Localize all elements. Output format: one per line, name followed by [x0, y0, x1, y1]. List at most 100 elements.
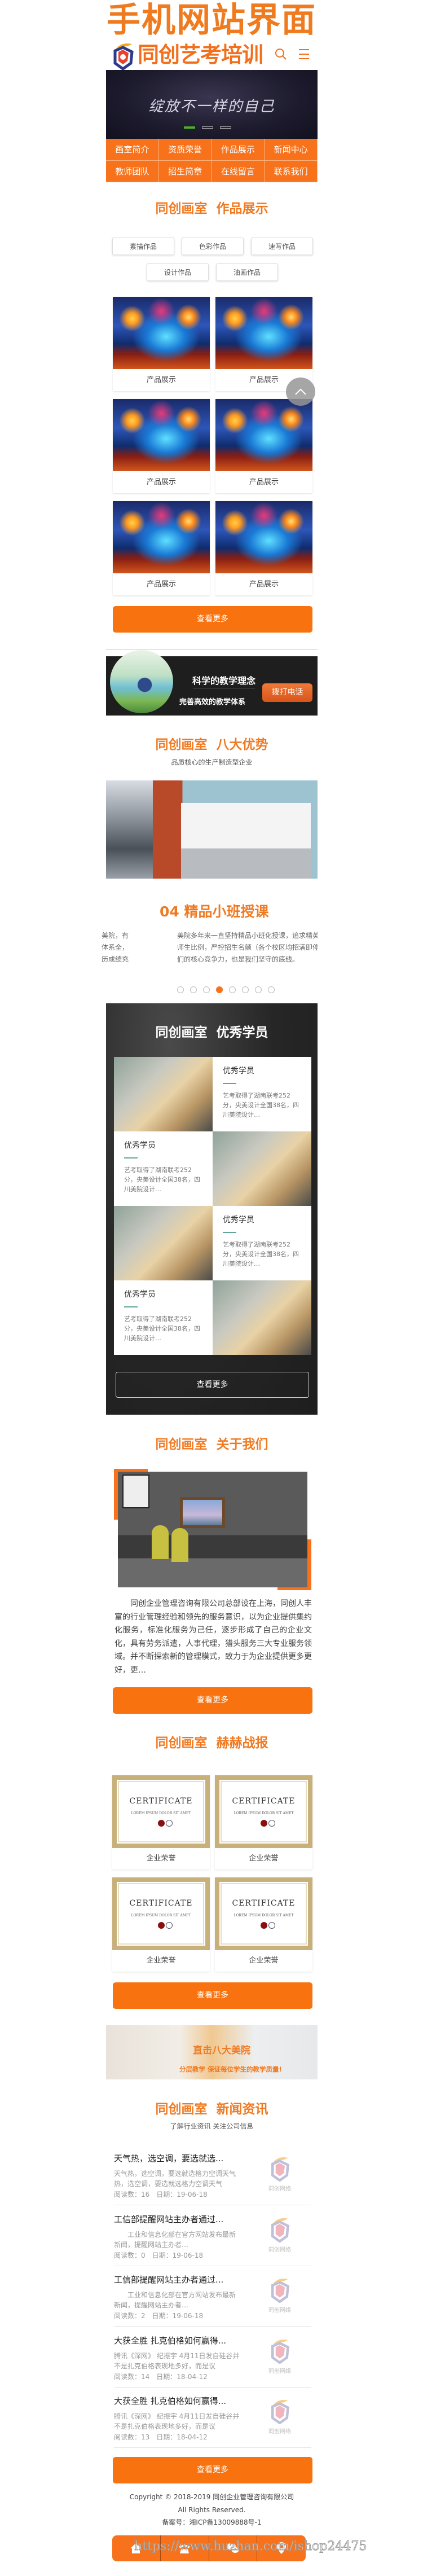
hero-banner[interactable]: 绽放不一样的自己: [106, 70, 318, 139]
product-image: [113, 501, 210, 573]
news-item[interactable]: 大获全胜 扎克伯格如何赢得... 腾讯《深网》 纪振宇 4月11日发自硅谷并不是扎…: [114, 2334, 311, 2388]
nav-item[interactable]: 资质荣誉: [158, 139, 212, 161]
honor-card[interactable]: CERTIFICATE LOREM IPSUM DOLOR SIT AMET 企业荣…: [112, 1775, 210, 1870]
advantages-title: 同创画室 八大优势: [155, 738, 268, 752]
banner2-line2: 分层教学 保证每位学生的教学质量!: [179, 2065, 282, 2073]
product-card[interactable]: 产品展示: [113, 399, 210, 493]
menu-icon[interactable]: [298, 49, 310, 60]
accent-line: [124, 1306, 138, 1307]
nav-item[interactable]: 在线留言: [211, 160, 265, 182]
news-meta: 阅读数：14 日期：18-04-12: [114, 2372, 208, 2381]
carousel-dot[interactable]: [255, 986, 262, 993]
promo-banner-2[interactable]: 直击八大美院 分层教学 保证每位学生的教学质量!: [106, 2025, 318, 2079]
rights: All Rights Reserved.: [178, 2506, 246, 2514]
brand-name[interactable]: 同创艺考培训: [138, 42, 263, 68]
product-label: 产品展示: [146, 580, 176, 589]
about-title: 同创画室 关于我们: [155, 1437, 268, 1452]
works-more-button[interactable]: 查看更多: [113, 606, 312, 633]
carousel-dot[interactable]: [229, 986, 236, 993]
news-meta: 阅读数：13 日期：18-04-12: [114, 2433, 208, 2442]
filter-button[interactable]: 色彩作品: [182, 238, 244, 255]
news-item[interactable]: 天气热，选空调，要选就选... 天气热，选空调，要选就选格力空调天气热，选空调，要…: [114, 2152, 311, 2205]
student-photo[interactable]: [213, 1131, 311, 1206]
logo-icon: [271, 2157, 289, 2182]
nav-item[interactable]: 联系我们: [265, 160, 318, 182]
seal-icon: [260, 1922, 267, 1929]
call-button[interactable]: 拨打电话: [262, 683, 312, 702]
carousel-dot[interactable]: [242, 986, 249, 993]
product-card[interactable]: 产品展示: [215, 399, 312, 493]
student-card[interactable]: 优秀学员 艺考取得了湖南联考252分，央美设计全国38名，四川美院设计…: [213, 1206, 311, 1280]
honors-more-button[interactable]: 查看更多: [113, 1982, 312, 2009]
filter-button[interactable]: 素描作品: [112, 238, 174, 255]
certificate-image: CERTIFICATE LOREM IPSUM DOLOR SIT AMET: [215, 1877, 312, 1950]
product-card[interactable]: 产品展示: [215, 501, 312, 595]
student-photo[interactable]: [114, 1057, 213, 1131]
search-icon[interactable]: [274, 47, 288, 61]
logo-icon[interactable]: [111, 42, 135, 70]
honor-card[interactable]: CERTIFICATE LOREM IPSUM DOLOR SIT AMET 企业荣…: [112, 1877, 210, 1972]
carousel-dot[interactable]: [190, 986, 197, 993]
nav-item[interactable]: 画室简介: [106, 139, 159, 161]
news-meta: 阅读数：0 日期：19-06-18: [114, 2251, 204, 2259]
news-thumbnail: 同创网络: [265, 2156, 294, 2194]
carousel-dot[interactable]: [268, 986, 275, 993]
back-to-top-button[interactable]: [286, 378, 315, 406]
news-item[interactable]: 工信部提醒网站主办者通过... 工业和信息化部在官方网站发布最新新闻，提醒网站主…: [114, 2273, 311, 2327]
about-more-button[interactable]: 查看更多: [113, 1687, 312, 1714]
icp-number[interactable]: 备案号：湘ICP备13009888号-1: [106, 2516, 318, 2529]
product-label: 产品展示: [249, 580, 279, 589]
student-photo[interactable]: [213, 1280, 311, 1355]
nav-item[interactable]: 作品展示: [211, 139, 265, 161]
honor-card[interactable]: CERTIFICATE LOREM IPSUM DOLOR SIT AMET 企业荣…: [215, 1877, 312, 1972]
slide-indicator[interactable]: [220, 126, 231, 129]
product-card[interactable]: 产品展示: [215, 297, 312, 391]
certificate-heading: CERTIFICATE: [129, 1899, 193, 1908]
certificate-image: CERTIFICATE LOREM IPSUM DOLOR SIT AMET: [215, 1775, 312, 1848]
filter-button[interactable]: 油画作品: [216, 264, 278, 281]
carousel-dot[interactable]: [177, 986, 184, 993]
main-nav: 画室简介 资质荣誉 作品展示 新闻中心教师团队 招生简章 在线留言 联系我们: [106, 139, 318, 182]
product-card[interactable]: 产品展示: [113, 297, 210, 391]
product-card[interactable]: 产品展示: [113, 501, 210, 595]
students-more-button[interactable]: 查看更多: [116, 1372, 309, 1398]
thumb-text: 同创网络: [268, 2186, 291, 2192]
certificate-image: CERTIFICATE LOREM IPSUM DOLOR SIT AMET: [112, 1775, 210, 1848]
chair: [171, 1528, 188, 1562]
filter-button[interactable]: 设计作品: [147, 264, 209, 281]
news-desc: 天气热，选空调，要选就选格力空调天气热，选空调，要选就选格力空调天气: [114, 2170, 236, 2188]
news-more-button[interactable]: 查看更多: [113, 2457, 312, 2483]
product-label: 产品展示: [146, 376, 176, 384]
thumb-text: 同创网络: [268, 2429, 291, 2435]
nav-item[interactable]: 招生简章: [158, 160, 212, 182]
student-card[interactable]: 优秀学员 艺考取得了湖南联考252分，央美设计全国38名，四川美院设计…: [114, 1280, 213, 1355]
student-photo[interactable]: [114, 1206, 213, 1280]
carousel-dot[interactable]: [203, 986, 210, 993]
news-desc: 腾讯《深网》 纪振宇 4月11日发自硅谷并不是扎克伯格表现地多好，而是议: [114, 2351, 240, 2370]
carousel-dot-active[interactable]: [216, 986, 223, 993]
advantage-image[interactable]: [153, 780, 318, 879]
thumb-text: 同创网络: [268, 2307, 291, 2314]
honor-card[interactable]: CERTIFICATE LOREM IPSUM DOLOR SIT AMET 企业荣…: [215, 1775, 312, 1870]
portrait-sketch: [122, 1474, 149, 1508]
divider: [106, 649, 318, 650]
slide-indicator-active[interactable]: [184, 126, 195, 129]
filter-button[interactable]: 速写作品: [251, 238, 313, 255]
watermark: https://www.huzhan.com/ishop24475: [134, 2539, 367, 2554]
student-card[interactable]: 优秀学员 艺考取得了湖南联考252分，央美设计全国38名，四川美院设计…: [114, 1131, 213, 1206]
news-item[interactable]: 工信部提醒网站主办者通过... 工业和信息化部在官方网站发布最新新闻，提醒网站主…: [114, 2213, 311, 2266]
hero-slogan: 绽放不一样的自己: [148, 98, 275, 115]
student-desc: 艺考取得了湖南联考252分，央美设计全国38名，四川美院设计…: [124, 1166, 200, 1193]
news-meta: 阅读数：16 日期：19-06-18: [114, 2191, 208, 2198]
certificate-heading: CERTIFICATE: [129, 1797, 193, 1806]
certificate-text: LOREM IPSUM DOLOR SIT AMET: [233, 1914, 294, 1917]
slide-indicator[interactable]: [202, 126, 213, 129]
product-image: [113, 297, 210, 369]
student-name: 优秀学员: [223, 1067, 254, 1076]
student-card[interactable]: 优秀学员 艺考取得了湖南联考252分，央美设计全国38名，四川美院设计…: [213, 1057, 311, 1131]
nav-item[interactable]: 新闻中心: [265, 139, 318, 161]
honors-title: 同创画室 赫赫战报: [155, 1736, 268, 1750]
product-image: [215, 399, 312, 471]
nav-item[interactable]: 教师团队: [106, 160, 159, 182]
news-item[interactable]: 大获全胜 扎克伯格如何赢得... 腾讯《深网》 纪振宇 4月11日发自硅谷并不是扎…: [114, 2394, 311, 2448]
